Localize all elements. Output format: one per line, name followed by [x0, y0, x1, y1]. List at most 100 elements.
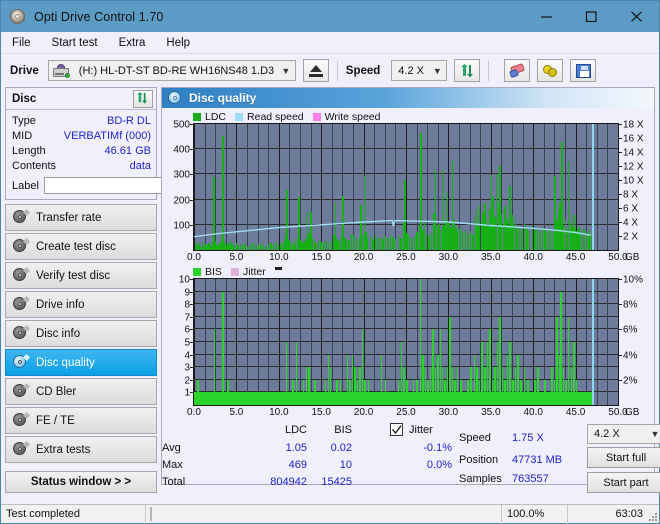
- bar: [512, 379, 514, 405]
- bar: [491, 379, 494, 405]
- drive-select[interactable]: (H:) HL-DT-ST BD-RE WH16NS48 1.D3 ▼: [47, 60, 296, 81]
- refresh-icon: [460, 63, 475, 78]
- bar: [562, 367, 565, 405]
- bar: [470, 367, 472, 405]
- disc-icon: [13, 295, 31, 312]
- resize-grip[interactable]: [647, 511, 657, 521]
- sidebar-item-create-test-disc[interactable]: Create test disc: [5, 233, 157, 260]
- speed-select[interactable]: 4.2 X ▼: [391, 60, 448, 81]
- bar: [336, 379, 338, 405]
- bar: [227, 379, 229, 405]
- refresh-button[interactable]: [454, 59, 481, 82]
- sidebar-label: Disc info: [36, 327, 81, 340]
- bug-button[interactable]: [537, 59, 564, 82]
- sidebar-item-extra-tests[interactable]: Extra tests: [5, 436, 157, 463]
- save-button[interactable]: [570, 59, 597, 82]
- y-tick-label: 7: [184, 312, 190, 324]
- bar: [305, 367, 308, 405]
- bar: [530, 392, 533, 405]
- maximize-icon[interactable]: [569, 1, 614, 32]
- toolbar-divider-1: [336, 60, 338, 81]
- y2-tick: [619, 379, 622, 381]
- sidebar-item-verify-test-disc[interactable]: Verify test disc: [5, 262, 157, 289]
- y2-tick: [619, 222, 622, 223]
- start-part-button[interactable]: Start part: [587, 472, 660, 493]
- panel-title: Disc quality: [189, 91, 257, 105]
- left-sidebar: Disc Type BD-R DL MID VERBATIMf (000) Le…: [5, 87, 246, 493]
- minimize-icon[interactable]: [524, 1, 569, 32]
- application-window: Opti Drive Control 1.70 File Start test …: [0, 0, 660, 524]
- disc-key-contents: Contents: [12, 159, 57, 172]
- legend-label-bis: BIS: [205, 265, 222, 278]
- bar: [460, 379, 462, 405]
- disc-refresh-button[interactable]: [133, 89, 153, 108]
- stats-total-bis: 15425: [321, 476, 352, 488]
- y2-tick-label: 16 X: [623, 133, 644, 145]
- x-tick-label: 30.0: [438, 252, 459, 263]
- sidebar-label: Create test disc: [36, 240, 116, 253]
- sidebar-item-drive-info[interactable]: Drive info: [5, 291, 157, 318]
- gridline-v: [278, 279, 280, 405]
- stats-avg-jitter: -0.1%: [423, 442, 452, 454]
- menu-item-start-test[interactable]: Start test: [50, 35, 100, 51]
- main-body: Disc Type BD-R DL MID VERBATIMf (000) Le…: [1, 87, 660, 493]
- gridline-v: [310, 279, 312, 405]
- drive-select-value: (H:) HL-DT-ST BD-RE WH16NS48 1.D3: [78, 64, 275, 77]
- start-full-button[interactable]: Start full: [587, 447, 660, 468]
- x-tick-label: 35.0: [481, 252, 501, 263]
- gridline-v: [395, 279, 397, 405]
- stats-row-label-max: Max: [162, 459, 183, 471]
- disc-icon: [13, 266, 31, 283]
- bar: [454, 379, 456, 405]
- sidebar-item-disc-quality[interactable]: Disc quality: [5, 349, 157, 376]
- eject-button[interactable]: [302, 59, 329, 82]
- sidebar-item-fe-te[interactable]: FE / TE: [5, 407, 157, 434]
- x-tick-label: 5.0: [229, 252, 244, 263]
- erase-button[interactable]: [504, 59, 531, 82]
- menu-item-file[interactable]: File: [10, 35, 33, 51]
- y2-tick: [619, 279, 622, 280]
- gridline-v: [236, 279, 238, 405]
- y-tick-label: 8: [184, 299, 190, 311]
- disc-key-mid: MID: [12, 129, 33, 142]
- bar: [544, 379, 546, 405]
- sidebar-item-cd-bler[interactable]: CD Bler: [5, 378, 157, 405]
- bar: [537, 367, 539, 405]
- speed-stat-label: Speed: [459, 432, 491, 444]
- menu-item-extra[interactable]: Extra: [117, 35, 148, 51]
- bar: [255, 392, 258, 405]
- y2-tick-label: 10%: [623, 274, 644, 286]
- y-tick-label: 200: [173, 195, 190, 207]
- close-icon[interactable]: [614, 1, 659, 32]
- title-bar: Opti Drive Control 1.70: [1, 1, 659, 32]
- x-tick-label: 45.0: [565, 407, 586, 418]
- menu-item-help[interactable]: Help: [164, 35, 192, 51]
- legend-swatch-bis: [193, 267, 201, 276]
- sidebar-item-disc-info[interactable]: Disc info: [5, 320, 157, 347]
- disc-panel-header: Disc: [6, 88, 156, 110]
- bar: [397, 379, 400, 405]
- bar: [540, 392, 543, 405]
- bar: [467, 379, 469, 405]
- panel-header: Disc quality: [162, 88, 654, 108]
- bar: [585, 392, 588, 405]
- bar: [560, 291, 562, 405]
- bar: [349, 379, 351, 405]
- sidebar-item-transfer-rate[interactable]: Transfer rate: [5, 204, 157, 231]
- bar: [364, 379, 366, 405]
- stats-total-ldc: 804942: [270, 476, 307, 488]
- bar: [302, 379, 305, 405]
- x-tick-label: 10.0: [269, 407, 289, 418]
- status-window-button[interactable]: Status window > >: [5, 471, 157, 493]
- bis-chart: 1 2 3 4 5 6 7 8 9 10 2% 4% 6% 8% 10% 0.0 5.0 10.0 15.0 20…: [166, 274, 650, 420]
- disc-icon: [13, 237, 31, 254]
- disc-row-contents: Contents data: [12, 158, 151, 173]
- bar: [356, 379, 359, 405]
- test-speed-select[interactable]: 4.2 X ▼: [587, 424, 660, 444]
- bis-plot-area: [193, 278, 619, 406]
- elapsed-time: 63:03: [567, 504, 659, 524]
- gridline-v: [204, 279, 206, 405]
- disc-panel-title: Disc: [12, 92, 37, 105]
- status-text: Test completed: [1, 504, 146, 524]
- jitter-checkbox[interactable]: [390, 423, 403, 436]
